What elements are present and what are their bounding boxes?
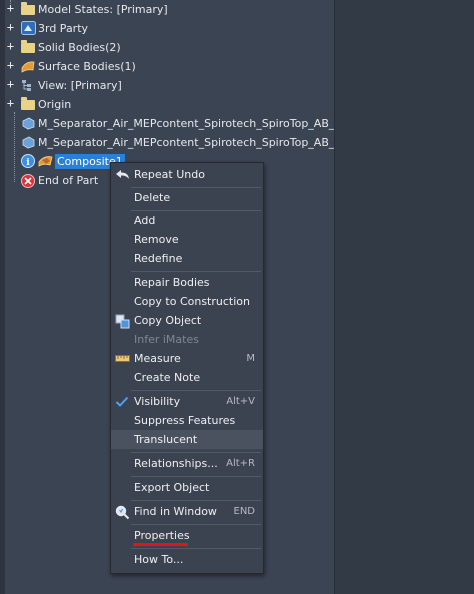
menu-item-shortcut: Alt+V xyxy=(226,396,255,407)
menu-item-translucent[interactable]: Translucent xyxy=(111,430,263,449)
menu-item-remove[interactable]: Remove xyxy=(111,230,263,249)
menu-item-label: Delete xyxy=(134,191,171,204)
expand-plus-icon[interactable]: + xyxy=(6,21,15,33)
menu-item-relationships[interactable]: Relationships... Alt+R xyxy=(111,454,263,473)
menu-item-create-note[interactable]: Create Note xyxy=(111,368,263,387)
menu-item-label: Translucent xyxy=(134,433,198,446)
ruler-icon xyxy=(115,352,130,365)
tree-item-label: View: [Primary] xyxy=(38,79,122,92)
info-icon: i xyxy=(21,154,35,168)
copy-object-icon xyxy=(115,314,130,329)
context-menu: Repeat Undo Delete Add Remove Redefine R… xyxy=(110,162,264,574)
menu-item-find-in-window[interactable]: Find in Window END xyxy=(111,502,263,521)
menu-item-label: Visibility xyxy=(134,395,181,408)
tree-item-label: M_Separator_Air_MEPcontent_Spirotech_Spi… xyxy=(38,117,375,130)
menu-item-repair-bodies[interactable]: Repair Bodies xyxy=(111,273,263,292)
menu-item-label: Redefine xyxy=(134,252,183,265)
tree-item-label: M_Separator_Air_MEPcontent_Spirotech_Spi… xyxy=(38,136,375,149)
menu-item-visibility[interactable]: Visibility Alt+V xyxy=(111,392,263,411)
expand-plus-icon[interactable]: + xyxy=(6,78,15,90)
menu-item-label: Copy to Construction xyxy=(134,295,250,308)
panel-edge xyxy=(0,0,5,594)
menu-item-delete[interactable]: Delete xyxy=(111,188,263,207)
menu-item-add[interactable]: Add xyxy=(111,211,263,230)
menu-item-export-object[interactable]: Export Object xyxy=(111,478,263,497)
menu-separator xyxy=(131,390,261,391)
menu-item-measure[interactable]: Measure M xyxy=(111,349,263,368)
expand-plus-icon[interactable]: + xyxy=(6,40,15,52)
tree-item-label: Model States: [Primary] xyxy=(38,3,168,16)
menu-item-shortcut: END xyxy=(233,506,256,517)
tree-item-label: Surface Bodies(1) xyxy=(38,60,136,73)
part-icon xyxy=(21,117,35,130)
tree-item-label: End of Part xyxy=(38,174,99,187)
menu-item-label: Add xyxy=(134,214,156,227)
menu-item-suppress-features[interactable]: Suppress Features xyxy=(111,411,263,430)
menu-item-label: How To... xyxy=(134,553,184,566)
menu-item-infer-imates[interactable]: Infer iMates xyxy=(111,330,263,349)
menu-item-label: Infer iMates xyxy=(134,333,199,346)
folder-icon xyxy=(21,2,35,15)
menu-item-label: Measure xyxy=(134,352,181,365)
end-of-part-icon xyxy=(21,174,35,188)
menu-item-redefine[interactable]: Redefine xyxy=(111,249,263,268)
menu-item-label: Export Object xyxy=(134,481,210,494)
checkmark-icon xyxy=(115,395,129,408)
menu-separator xyxy=(131,476,261,477)
menu-item-repeat-undo[interactable]: Repeat Undo xyxy=(111,165,263,184)
annotation-underline xyxy=(133,543,188,546)
menu-item-label: Repair Bodies xyxy=(134,276,210,289)
expand-plus-icon[interactable]: + xyxy=(6,2,15,14)
svg-text:i: i xyxy=(26,158,30,168)
menu-item-label: Create Note xyxy=(134,371,201,384)
menu-item-copy-to-construction[interactable]: Copy to Construction xyxy=(111,292,263,311)
composite-icon xyxy=(38,154,54,168)
menu-separator xyxy=(131,524,261,525)
menu-separator xyxy=(131,500,261,501)
tree-item-label: Origin xyxy=(38,98,72,111)
tree-item-label: 3rd Party xyxy=(38,22,89,35)
menu-separator xyxy=(131,271,261,272)
third-party-icon xyxy=(21,21,36,35)
menu-item-copy-object[interactable]: Copy Object xyxy=(111,311,263,330)
graphics-area[interactable] xyxy=(334,0,474,594)
folder-icon xyxy=(21,97,35,110)
tree-item-label: Solid Bodies(2) xyxy=(38,41,121,54)
menu-item-shortcut: Alt+R xyxy=(226,458,255,469)
surface-bodies-icon xyxy=(21,59,35,73)
tree-connector xyxy=(14,112,16,182)
menu-item-label: Relationships... xyxy=(134,457,218,470)
menu-item-label: Repeat Undo xyxy=(134,168,205,181)
find-zoom-icon xyxy=(115,505,130,520)
menu-item-label: Find in Window xyxy=(134,505,217,518)
part-icon xyxy=(21,136,35,149)
folder-icon xyxy=(21,40,35,53)
menu-item-how-to[interactable]: How To... xyxy=(111,550,263,569)
menu-item-label: Suppress Features xyxy=(134,414,236,427)
menu-item-shortcut: M xyxy=(246,353,255,364)
menu-item-label: Copy Object xyxy=(134,314,202,327)
menu-item-label: Remove xyxy=(134,233,179,246)
undo-arrow-icon xyxy=(115,168,129,181)
expand-plus-icon[interactable]: + xyxy=(6,97,15,109)
view-icon xyxy=(21,79,35,91)
menu-separator xyxy=(131,452,261,453)
expand-plus-icon[interactable]: + xyxy=(6,59,15,71)
menu-separator xyxy=(131,548,261,549)
